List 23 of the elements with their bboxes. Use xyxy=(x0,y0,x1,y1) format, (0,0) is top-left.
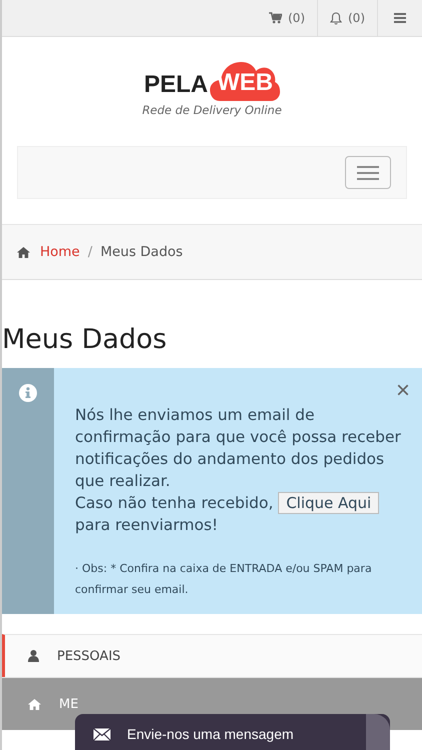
logo[interactable]: PELA WEB xyxy=(144,57,280,101)
chat-toast[interactable]: Envie-nos uma mensagem xyxy=(75,714,390,750)
home-icon xyxy=(28,698,41,710)
cart-count[interactable]: (0) xyxy=(288,11,305,25)
menu-item[interactable]: PESSOAIS xyxy=(2,634,422,677)
breadcrumb-current: Meus Dados xyxy=(100,244,183,260)
info-icon xyxy=(19,384,37,402)
bell-icon xyxy=(330,12,342,24)
close-button[interactable]: × xyxy=(396,382,410,400)
envelope-icon xyxy=(93,728,111,740)
page-title: Meus Dados xyxy=(2,323,168,357)
notification-count[interactable]: (0) xyxy=(348,11,365,25)
alert-note: · Obs: * Confira na caixa de ENTRADA e/ou SPAM para confirmar seu email. xyxy=(75,561,373,598)
breadcrumb-link[interactable]: Home xyxy=(40,244,80,260)
breadcrumb-separator: / xyxy=(88,244,92,260)
menu-icon[interactable] xyxy=(394,13,406,23)
logo-tagline: Rede de Delivery Online xyxy=(142,103,282,117)
alert-message: Nós lhe enviamos um email de confirmação para que você possa receber notificações do andamento dos pedidos que realizar. Caso não tenha recebido, Clique Aqui para reenviarmos! xyxy=(75,405,402,536)
menu-toggle-button[interactable] xyxy=(345,156,391,189)
user-icon xyxy=(28,650,39,662)
cart-icon xyxy=(269,12,282,24)
home-icon xyxy=(17,246,30,258)
resend-button[interactable]: Clique Aqui xyxy=(278,492,380,514)
